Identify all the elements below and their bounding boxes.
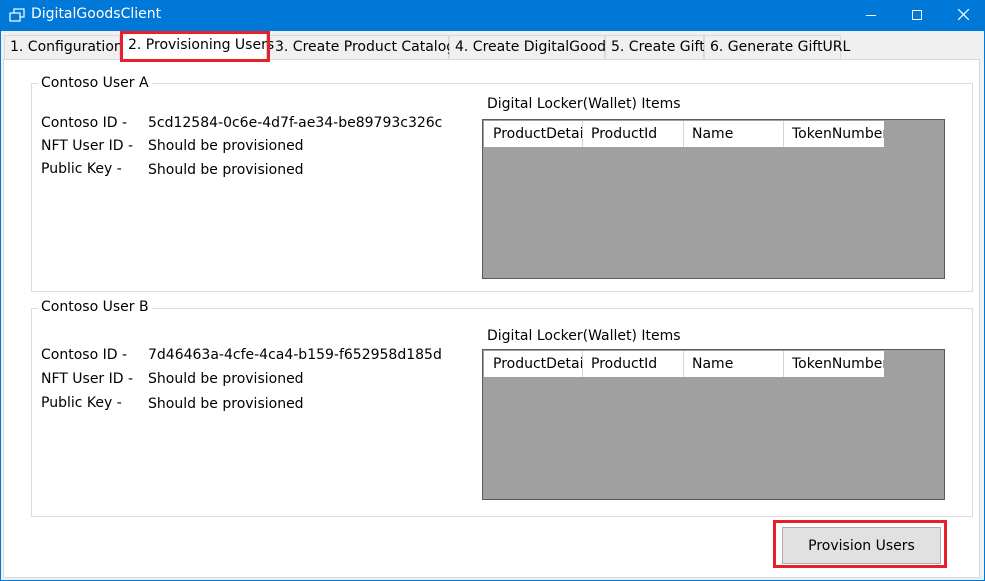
user-a-public-key-value: Should be provisioned: [148, 162, 304, 178]
user-b-col-productid[interactable]: ProductId: [583, 351, 684, 377]
tab-create-product-catalog[interactable]: 3. Create Product Catalog: [269, 35, 455, 59]
user-b-locker-title: Digital Locker(Wallet) Items: [487, 328, 681, 344]
tab-create-gift[interactable]: 5. Create Gift: [605, 35, 705, 59]
user-a-locker-title: Digital Locker(Wallet) Items: [487, 96, 681, 112]
user-a-nft-user-id-label: NFT User ID -: [41, 138, 134, 154]
user-b-nft-user-id-label: NFT User ID -: [41, 371, 134, 387]
user-b-contoso-id-label: Contoso ID -: [41, 347, 127, 363]
minimize-button[interactable]: [848, 0, 894, 31]
user-a-contoso-id-label: Contoso ID -: [41, 115, 127, 131]
app-window-icon: [9, 8, 25, 22]
user-a-col-name[interactable]: Name: [684, 121, 784, 147]
user-a-col-tokennumber[interactable]: TokenNumber: [784, 121, 884, 147]
provision-users-button[interactable]: Provision Users: [782, 527, 941, 564]
tab-provisioning-users[interactable]: 2. Provisioning Users: [122, 33, 274, 60]
tab-create-digitalgood[interactable]: 4. Create DigitalGood: [449, 35, 606, 59]
maximize-button[interactable]: [894, 0, 940, 31]
close-icon: [957, 8, 969, 24]
user-b-col-tokennumber[interactable]: TokenNumber: [784, 351, 884, 377]
user-a-grid-header: ProductDetail ProductId Name TokenNumber: [484, 121, 884, 147]
close-button[interactable]: [940, 0, 985, 31]
user-b-locker-grid[interactable]: ProductDetail ProductId Name TokenNumber: [482, 349, 945, 500]
user-a-contoso-id-value: 5cd12584-0c6e-4d7f-ae34-be89793c326c: [148, 115, 443, 131]
user-b-grid-header: ProductDetail ProductId Name TokenNumber: [484, 351, 884, 377]
tab-generate-gifturl[interactable]: 6. Generate GiftURL: [704, 35, 850, 59]
window-title: DigitalGoodsClient: [31, 6, 162, 22]
user-a-public-key-label: Public Key -: [41, 161, 122, 177]
maximize-icon: [912, 8, 922, 24]
minimize-icon: [866, 8, 876, 24]
user-a-col-productdetail[interactable]: ProductDetail: [484, 121, 583, 147]
user-a-nft-user-id-value: Should be provisioned: [148, 138, 304, 154]
tab-configuration[interactable]: 1. Configuration: [4, 35, 123, 59]
user-b-col-name[interactable]: Name: [684, 351, 784, 377]
user-b-nft-user-id-value: Should be provisioned: [148, 371, 304, 387]
user-b-public-key-label: Public Key -: [41, 395, 122, 411]
group-title-user-a: Contoso User A: [38, 75, 152, 91]
user-a-locker-grid[interactable]: ProductDetail ProductId Name TokenNumber: [482, 119, 945, 279]
user-b-contoso-id-value: 7d46463a-4cfe-4ca4-b159-f652958d185d: [148, 347, 442, 363]
group-title-user-b: Contoso User B: [38, 299, 152, 315]
user-b-public-key-value: Should be provisioned: [148, 396, 304, 412]
title-bar[interactable]: DigitalGoodsClient: [0, 0, 985, 31]
user-b-col-productdetail[interactable]: ProductDetail: [484, 351, 583, 377]
user-a-col-productid[interactable]: ProductId: [583, 121, 684, 147]
